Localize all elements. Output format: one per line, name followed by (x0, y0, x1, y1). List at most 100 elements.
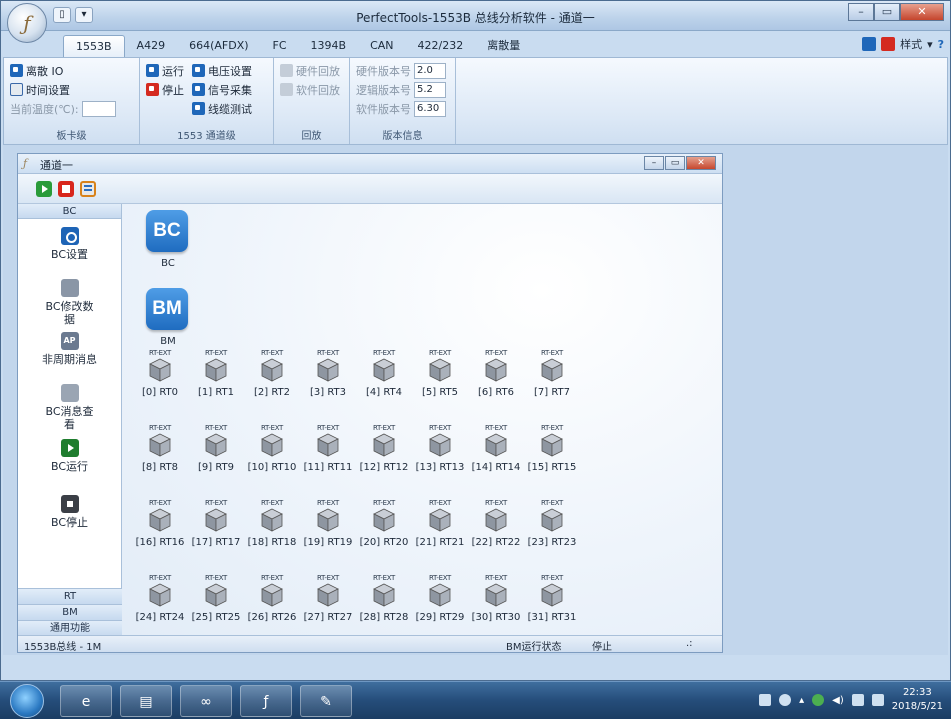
nav-section-general[interactable]: 通用功能 (18, 620, 122, 636)
nav-section-rt[interactable]: RT (18, 588, 122, 604)
rt-node[interactable]: RT-EXT [6] RT6 (468, 349, 524, 398)
rt-node[interactable]: RT-EXT [2] RT2 (244, 349, 300, 398)
rt-node[interactable]: RT-EXT [23] RT23 (524, 499, 580, 548)
signal-capture-button[interactable]: 信号采集 (192, 80, 252, 99)
style-menu[interactable]: 样式 (900, 36, 922, 52)
stop-icon[interactable] (881, 37, 896, 51)
discrete-io-button[interactable]: 离散 IO (10, 61, 135, 80)
rt-node[interactable]: RT-EXT [18] RT18 (244, 499, 300, 548)
rt-node[interactable]: RT-EXT [27] RT27 (300, 574, 356, 623)
logic-version-field: 5.2 (414, 81, 446, 98)
run-icon[interactable] (862, 37, 877, 51)
help-tray-icon[interactable] (779, 694, 792, 706)
rt-node[interactable]: RT-EXT [22] RT22 (468, 499, 524, 548)
tab-1394b[interactable]: 1394B (299, 35, 359, 57)
tab-a429[interactable]: A429 (125, 35, 178, 57)
bm-node[interactable]: BM BM (146, 288, 190, 347)
rt-node[interactable]: RT-EXT [25] RT25 (188, 574, 244, 623)
help-icon[interactable]: ? (938, 38, 944, 51)
explorer-taskbar-icon[interactable]: ▤ (120, 685, 172, 717)
nav-item-bc-messages[interactable]: BC消息查看 (18, 366, 121, 431)
rt-node[interactable]: RT-EXT [30] RT30 (468, 574, 524, 623)
minimize-button[interactable]: – (848, 3, 874, 21)
topology-canvas: BC BC BM BM RT-EXT [0] RT0 RT-EXT [1] RT1 RT… (122, 204, 722, 636)
tray-expand-icon[interactable]: ▴ (799, 695, 804, 706)
rt-device-icon (205, 583, 227, 607)
rt-node[interactable]: RT-EXT [5] RT5 (412, 349, 468, 398)
tab-1553b[interactable]: 1553B (63, 35, 125, 57)
keyboard-icon[interactable] (759, 694, 772, 706)
stop-icon[interactable] (58, 180, 74, 197)
time-settings-button[interactable]: 时间设置 (10, 80, 135, 99)
rt-node[interactable]: RT-EXT [7] RT7 (524, 349, 580, 398)
voltage-settings-button[interactable]: 电压设置 (192, 61, 252, 80)
bc-node[interactable]: BC BC (146, 210, 190, 269)
child-minimize-button[interactable]: – (644, 156, 664, 170)
nav-item-bc-run[interactable]: BC运行 (18, 431, 121, 473)
rt-node[interactable]: RT-EXT [24] RT24 (132, 574, 188, 623)
resize-grip-icon[interactable]: .: (686, 638, 693, 649)
tray-clock[interactable]: 22:33 2018/5/21 (892, 686, 943, 714)
nav-section-bm[interactable]: BM (18, 604, 122, 620)
rt-node[interactable]: RT-EXT [28] RT28 (356, 574, 412, 623)
nav-item-bc-modify-data[interactable]: BC修改数据 (18, 261, 121, 326)
perfecttools-taskbar-icon[interactable]: ƒ (240, 685, 292, 717)
tab-can[interactable]: CAN (358, 35, 405, 57)
rt-node[interactable]: RT-EXT [19] RT19 (300, 499, 356, 548)
close-button[interactable]: ✕ (900, 3, 944, 21)
nav-item-bc-stop[interactable]: BC停止 (18, 473, 121, 529)
nav-item-bc-settings[interactable]: BC设置 (18, 219, 121, 261)
hw-playback-button[interactable]: 硬件回放 (280, 61, 345, 80)
rt-node[interactable]: RT-EXT [21] RT21 (412, 499, 468, 548)
nav-header-bc[interactable]: BC (18, 204, 121, 219)
rt-node[interactable]: RT-EXT [10] RT10 (244, 424, 300, 473)
cable-test-button[interactable]: 线缆测试 (192, 99, 252, 118)
start-button[interactable] (10, 684, 44, 718)
paint-taskbar-icon[interactable]: ✎ (300, 685, 352, 717)
rt-node[interactable]: RT-EXT [1] RT1 (188, 349, 244, 398)
settings-icon (60, 227, 79, 245)
tab-422-232[interactable]: 422/232 (406, 35, 476, 57)
tab-discrete[interactable]: 离散量 (475, 35, 532, 57)
child-restore-button[interactable]: ▭ (665, 156, 685, 170)
rt-node[interactable]: RT-EXT [16] RT16 (132, 499, 188, 548)
nav-item-aperiodic[interactable]: AP 非周期消息 (18, 326, 121, 366)
notification-icon[interactable] (871, 694, 884, 706)
rt-node[interactable]: RT-EXT [31] RT31 (524, 574, 580, 623)
child-close-button[interactable]: ✕ (686, 156, 716, 170)
rt-node[interactable]: RT-EXT [13] RT13 (412, 424, 468, 473)
rt-node[interactable]: RT-EXT [14] RT14 (468, 424, 524, 473)
sw-playback-button[interactable]: 软件回放 (280, 80, 345, 99)
run-button[interactable]: 运行 (146, 61, 184, 80)
rt-ext-tag: RT-EXT (316, 424, 340, 432)
ribbon-right-controls: 样式 ▾ ? (862, 36, 944, 52)
maximize-button[interactable]: ▭ (874, 3, 900, 21)
app-menu-button[interactable]: ƒ (7, 3, 47, 43)
rt-node[interactable]: RT-EXT [12] RT12 (356, 424, 412, 473)
rt-node[interactable]: RT-EXT [4] RT4 (356, 349, 412, 398)
network-icon[interactable] (851, 694, 864, 706)
rt-node[interactable]: RT-EXT [3] RT3 (300, 349, 356, 398)
app-taskbar-icon[interactable]: ∞ (180, 685, 232, 717)
stop-button[interactable]: 停止 (146, 80, 184, 99)
table-icon[interactable] (80, 180, 96, 197)
rt-node[interactable]: RT-EXT [20] RT20 (356, 499, 412, 548)
start-icon[interactable] (36, 180, 52, 197)
chevron-down-icon[interactable]: ▾ (927, 38, 933, 51)
rt-ext-tag: RT-EXT (204, 574, 228, 582)
rt-node[interactable]: RT-EXT [9] RT9 (188, 424, 244, 473)
rt-node[interactable]: RT-EXT [29] RT29 (412, 574, 468, 623)
rt-node[interactable]: RT-EXT [11] RT11 (300, 424, 356, 473)
update-icon[interactable] (812, 694, 825, 706)
rt-label: [2] RT2 (253, 387, 291, 398)
tab-fc[interactable]: FC (261, 35, 299, 57)
rt-node[interactable]: RT-EXT [26] RT26 (244, 574, 300, 623)
volume-icon[interactable]: ◀) (832, 695, 844, 706)
ie-taskbar-icon[interactable]: e (60, 685, 112, 717)
tab-afdx[interactable]: 664(AFDX) (177, 35, 260, 57)
rt-node[interactable]: RT-EXT [8] RT8 (132, 424, 188, 473)
rt-node[interactable]: RT-EXT [15] RT15 (524, 424, 580, 473)
rt-node[interactable]: RT-EXT [0] RT0 (132, 349, 188, 398)
rt-node[interactable]: RT-EXT [17] RT17 (188, 499, 244, 548)
rt-ext-tag: RT-EXT (540, 424, 564, 432)
